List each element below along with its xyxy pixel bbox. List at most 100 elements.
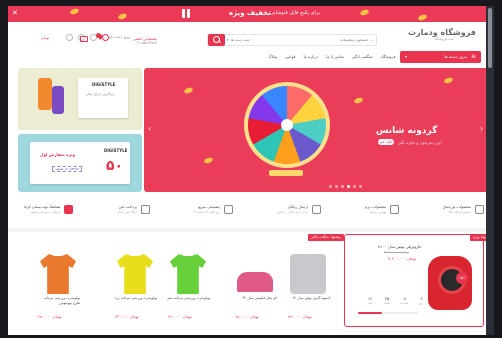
countdown-timer: ۱۲ ثانیه ۴۵ دقیقه ۰۸ ساعت ۰۲ روز (365, 296, 426, 305)
coin-decoration (353, 96, 364, 105)
feature-subtitle: برای خرید بالای ۵۰۰ هزار (276, 209, 308, 214)
product-card[interactable]: پولوشرت ورزشی مردانه طرح یوونتوس ۲۸۰,۰۰۰ … (36, 250, 80, 330)
product-name[interactable]: پولوشرت ورزشی مردانه طرح یوونتوس (36, 296, 80, 306)
product-image[interactable] (237, 272, 273, 292)
timer-unit: ۰۸ ساعت (399, 296, 409, 305)
product-name[interactable]: پولوشرت ورزشی مردانه زرد (113, 296, 157, 301)
nav-link[interactable]: فروشگاه (381, 54, 396, 59)
hero-slider[interactable]: گردونه شانس کلیک کنید بزن بچرخون و جایزه… (144, 68, 490, 192)
timer-label: ثانیه (367, 301, 373, 305)
product-image[interactable] (290, 254, 326, 294)
feature-item: هماهنگ نوبه نیسان کرایا ارسال به سراسر کش… (24, 196, 74, 222)
slider-dot[interactable] (353, 185, 356, 188)
banner-text: بزرگترین حراج سال (86, 92, 115, 96)
browser-page: ✕ برای پکیج فایل فتوشاپی تخفیف ویژه فروش… (8, 6, 494, 335)
timer-unit: ۴۵ دقیقه (382, 296, 392, 305)
search-category-select[interactable]: همه دسته ها (227, 38, 249, 42)
slider-dot[interactable] (329, 185, 332, 188)
scrollbar-thumb[interactable] (488, 8, 492, 68)
nav-link[interactable]: درباره ما (303, 54, 318, 59)
vacuum-image[interactable] (428, 256, 472, 310)
slider-dot[interactable] (335, 185, 338, 188)
slider-dot[interactable] (347, 185, 350, 188)
feature-icon (140, 204, 150, 214)
nav-link[interactable]: تماس با ما (326, 54, 344, 59)
section-tag: پیشنهاد شگفت انگیز (308, 234, 344, 241)
product-card[interactable]: پولوشرت ورزشی مردانه زرد ۲۳۰,۰۰۰ تومان (113, 250, 157, 330)
promo-title: تخفیف ویژه (229, 9, 271, 17)
feature-title: هماهنگ نوبه نیسان کرایا (24, 204, 61, 209)
nav-link[interactable]: وبلاگ (268, 54, 277, 59)
product-image[interactable] (170, 254, 206, 294)
feature-subtitle: ۷ روز هفته ۲۴ ساعته (193, 209, 220, 214)
coin-decoration (183, 86, 194, 95)
feature-title: پرداخت امن (118, 204, 137, 209)
slider-prev-icon[interactable]: ‹ (148, 124, 151, 134)
nav-link[interactable]: قوانین (285, 54, 295, 59)
categories-button[interactable]: مرور دسته ها (400, 51, 481, 63)
discount-badge: ۱۵٪ (456, 272, 468, 284)
features-row: محصولات اورجینال تضمین اصالت کالا محصولات … (18, 196, 490, 222)
offer-price: ۳,۶۰۰,۰۰۰ تومان (388, 256, 417, 261)
sold-progress-bar (358, 312, 418, 314)
search-input[interactable] (263, 35, 373, 45)
wheel-stand (269, 170, 303, 176)
product-card[interactable]: اتو بخار فیلیپس مدل ۳۲ ۶۵۰,۰۰۰ تومان (233, 250, 277, 330)
site-logo[interactable]: فروشگاه ودمارت (408, 28, 476, 37)
product-price: ۲۴۰,۰۰۰ تومان (168, 314, 192, 319)
side-banner-top[interactable]: DIGISTYLE بزرگترین حراج سال (18, 68, 142, 130)
product-name[interactable]: آبمیوه گیری بوش مدل ۱۲ (286, 296, 330, 301)
feature-subtitle: ارسال به سراسر کشور (30, 209, 61, 214)
compare-icon[interactable] (66, 34, 73, 41)
sold-progress-fill (358, 312, 382, 314)
slider-next-icon[interactable]: › (480, 124, 483, 134)
coin-decoration (443, 76, 454, 85)
discount-code: کد تخفیف: OFF50 (52, 166, 82, 172)
logo-subtitle: ثبت فروشگاه (434, 37, 454, 41)
offer-title[interactable]: جاروبرقی بوش مدل ۸۱۰۰ (378, 244, 422, 249)
hero-title: گردونه شانس (376, 126, 438, 136)
feature-icon (64, 204, 74, 214)
heart-icon[interactable]: ♥ (97, 35, 103, 42)
feature-subtitle: بهترین برندها (369, 209, 387, 214)
feature-item: ارسال رایگان برای خرید بالای ۵۰۰ هزار (276, 196, 321, 222)
product-price: ۶۵۰,۰۰۰ تومان (235, 314, 259, 319)
feature-item: محصولات اورجینال تضمین اصالت کالا (443, 196, 484, 222)
hero-subtitle: بزن بچرخون و جایزه بگیر! (398, 140, 443, 145)
slider-dot[interactable] (359, 185, 362, 188)
cart-icon[interactable] (80, 36, 88, 42)
product-name[interactable]: اتو بخار فیلیپس مدل ۳۲ (233, 296, 277, 301)
product-card[interactable]: پولوشرت ورزشی مردانه سبز ۲۴۰,۰۰۰ تومان (166, 250, 210, 330)
main-nav: مرور دسته ها فروشگاه شگفت انگیز تماس با ما… (8, 50, 494, 64)
banner-brand: DIGISTYLE (104, 148, 128, 153)
feature-item: پشتیبانی سریع ۷ روز هفته ۲۴ ساعته (193, 196, 233, 222)
support-phone: ۰۲۱-۵۵۶۶۷۷۸۸ (135, 41, 157, 45)
gift-icon (182, 9, 190, 18)
feature-title: پشتیبانی سریع (198, 204, 220, 209)
nav-links: فروشگاه شگفت انگیز تماس با ما درباره ما قوان… (268, 54, 396, 59)
cart-amount[interactable]: ۰ تومان (38, 36, 49, 40)
search-button[interactable] (208, 34, 225, 46)
feature-icon (390, 204, 400, 214)
slider-dot[interactable] (341, 185, 344, 188)
banner-brand: DIGISTYLE (92, 82, 116, 87)
socks-image (38, 78, 52, 110)
nav-link[interactable]: شگفت انگیز (352, 54, 373, 59)
feature-icon (223, 204, 233, 214)
promo-bar[interactable]: ✕ برای پکیج فایل فتوشاپی تخفیف ویژه (8, 6, 494, 22)
product-name[interactable]: پولوشرت ورزشی مردانه سبز (166, 296, 210, 301)
feature-icon (311, 204, 321, 214)
product-image[interactable] (117, 254, 153, 294)
product-image[interactable] (40, 254, 76, 294)
side-banner-bottom[interactable]: DIGISTYLE ویژه سفارش اول ۵۰ کد تخفیف: OF… (18, 134, 142, 192)
feature-title: محصولات اورجینال (442, 204, 471, 209)
coin-decoration (359, 8, 370, 17)
product-card[interactable]: آبمیوه گیری بوش مدل ۱۲ ۸۹۰,۰۰۰ تومان (286, 250, 330, 330)
feature-icon (474, 204, 484, 214)
coin-decoration (203, 156, 214, 165)
hero-cta-button[interactable]: کلیک کنید (378, 139, 394, 145)
product-price: ۲۳۰,۰۰۰ تومان (115, 314, 139, 319)
section-divider (8, 228, 494, 232)
slider-dots[interactable] (329, 185, 362, 188)
close-icon[interactable]: ✕ (12, 9, 18, 18)
